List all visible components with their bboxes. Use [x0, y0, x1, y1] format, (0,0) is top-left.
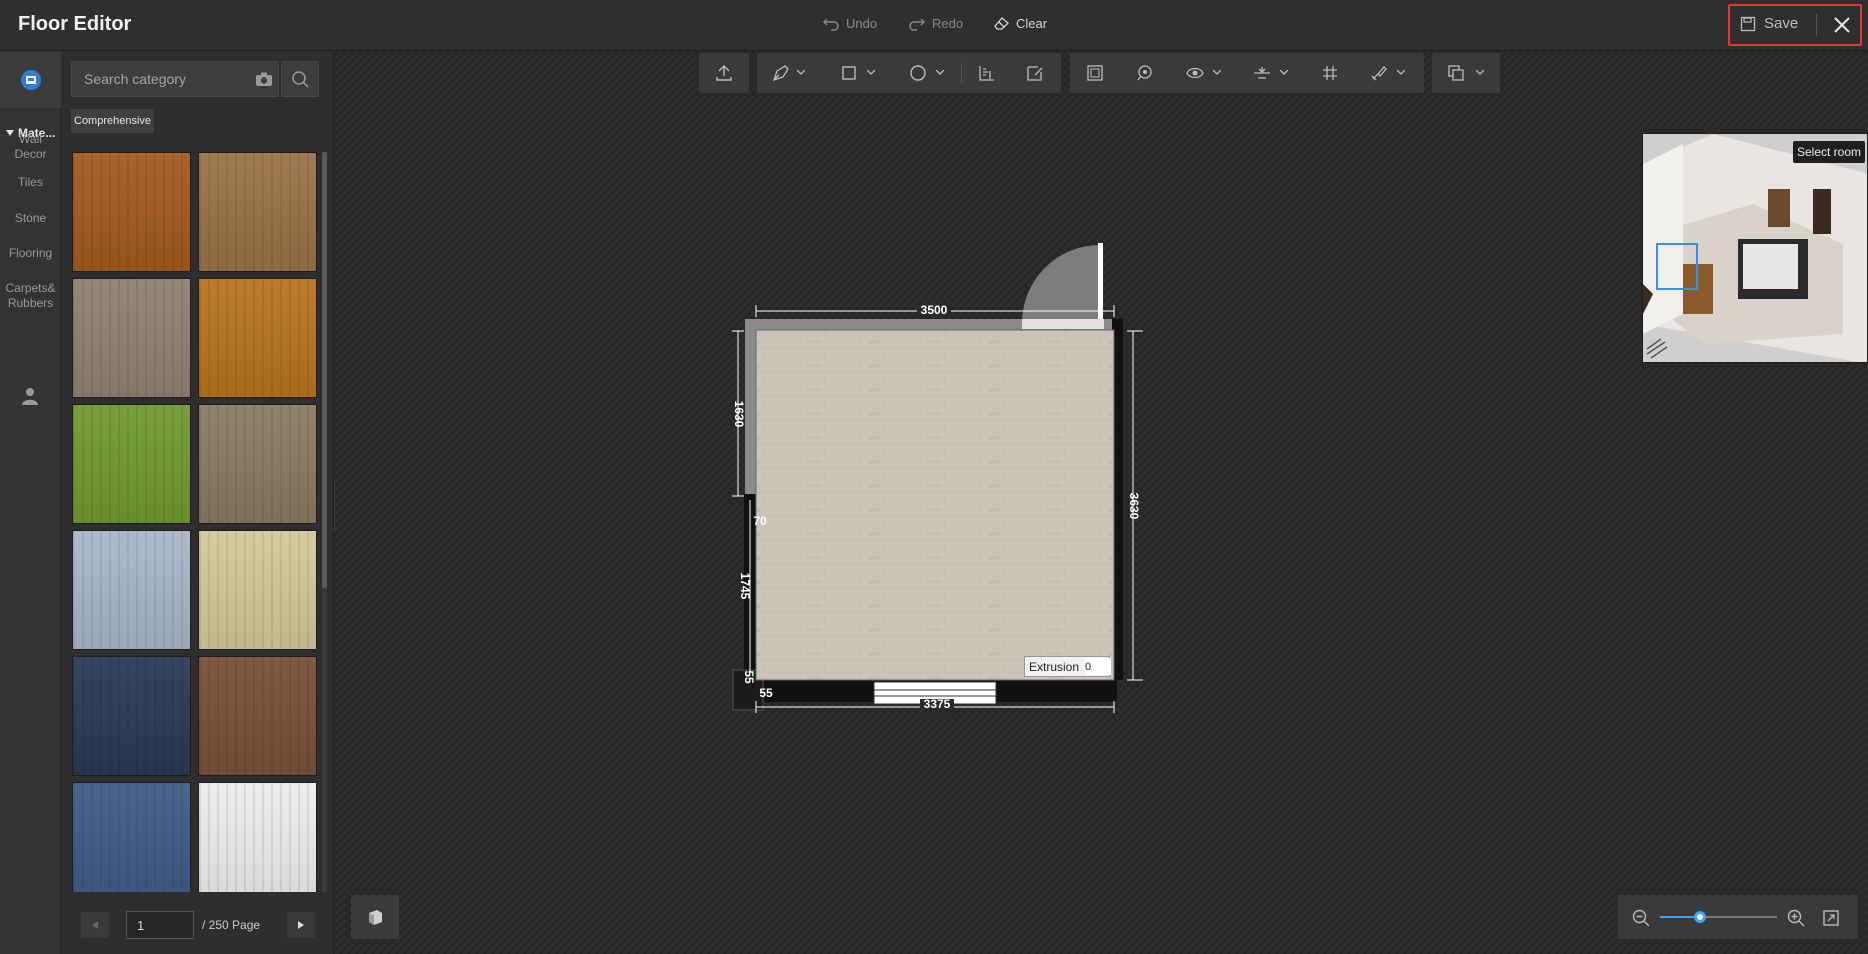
zoom-in-icon[interactable]: [1787, 909, 1805, 927]
dimension-left-lower[interactable]: 1745: [738, 573, 752, 600]
zoom-out-icon[interactable]: [1632, 909, 1650, 927]
view-3d-button[interactable]: [351, 895, 399, 939]
zoom-control: [1618, 895, 1858, 939]
zoom-slider-handle[interactable]: [1694, 911, 1706, 923]
dimension-right[interactable]: 3630: [1127, 493, 1141, 520]
select-room-tooltip: Select room: [1792, 141, 1865, 163]
dimension-corner-a[interactable]: 55: [759, 686, 773, 700]
dimension-top[interactable]: 3500: [921, 303, 948, 317]
room-floor[interactable]: [755, 329, 1115, 681]
cube-icon: [369, 910, 382, 925]
door-opening[interactable]: [1022, 319, 1104, 329]
dimension-notch[interactable]: 70: [753, 514, 767, 528]
dimension-bottom[interactable]: 3375: [924, 697, 951, 711]
extrusion-label: Extrusion: [1029, 659, 1080, 674]
dimension-left-upper[interactable]: 1630: [732, 401, 746, 428]
fit-screen-icon[interactable]: [1822, 909, 1840, 927]
floor-plan: 3500 3375 3630 1630 1745 70 55 55: [732, 243, 1143, 713]
room-3d-render: [1643, 134, 1867, 362]
room-3d-preview[interactable]: Select room: [1642, 133, 1868, 363]
extrusion-input[interactable]: [1085, 658, 1112, 675]
dimension-corner-b[interactable]: 55: [742, 670, 756, 684]
extrusion-field: Extrusion: [1024, 656, 1112, 677]
